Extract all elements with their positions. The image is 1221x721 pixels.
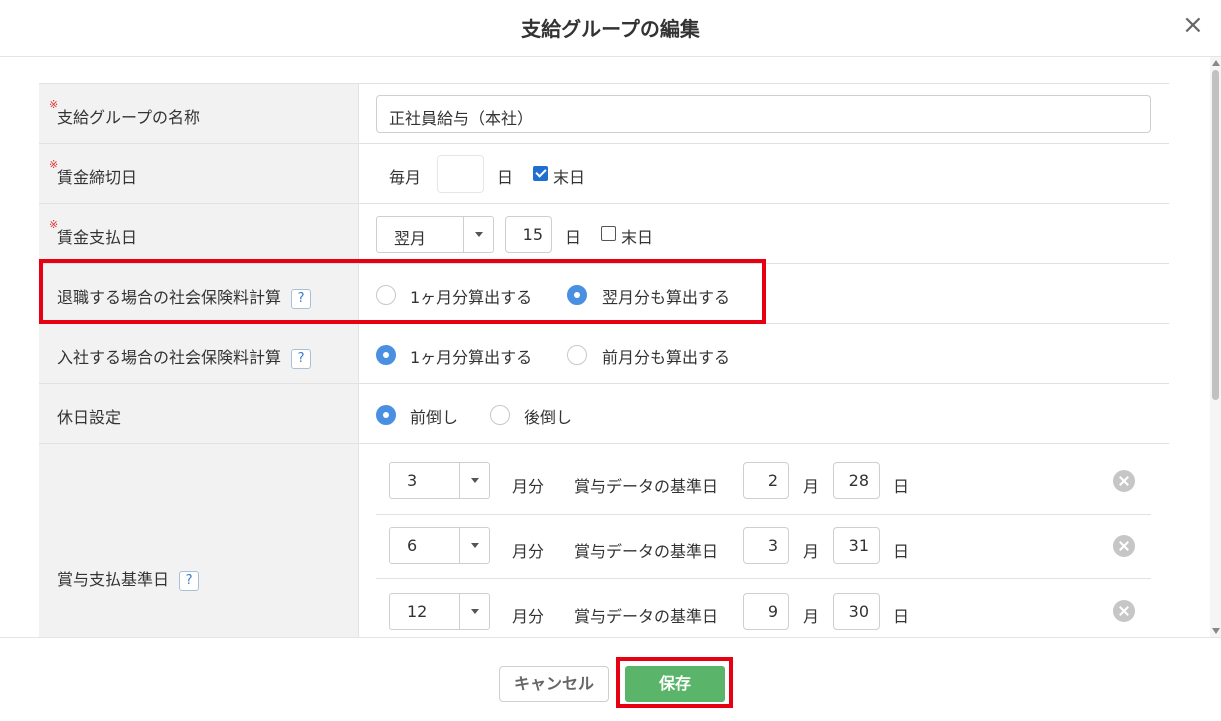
row-cutoff: ※ 賃金締切日 毎月 日 末日 <box>39 143 1169 204</box>
holiday-label: 休日設定 <box>57 408 122 427</box>
row-holiday: 休日設定 前倒し 後倒し <box>39 383 1169 444</box>
remove-icon[interactable] <box>1113 470 1135 492</box>
scroll-down-icon[interactable] <box>1212 628 1220 634</box>
bonus-base-day-input[interactable]: 30 <box>833 593 880 630</box>
payday-day-unit: 日 <box>565 228 582 247</box>
row-join-calc: 入社する場合の社会保険料計算? 1ヶ月分算出する 前月分も算出する <box>39 323 1169 384</box>
close-icon[interactable]: × <box>1182 12 1204 38</box>
holiday-radio-forward[interactable] <box>376 405 396 425</box>
row-payday: ※ 賃金支払日 翌月 15 日 末日 <box>39 203 1169 264</box>
highlight-box <box>39 259 766 324</box>
highlight-box <box>616 657 733 708</box>
scrollbar-thumb[interactable] <box>1212 70 1219 400</box>
cutoff-end-of-month-label: 末日 <box>553 168 586 187</box>
cutoff-end-of-month-checkbox[interactable] <box>533 166 548 181</box>
help-icon[interactable]: ? <box>291 348 312 369</box>
bonus-pay-month-select[interactable]: 6 <box>389 527 490 564</box>
remove-icon[interactable] <box>1113 600 1135 622</box>
payday-end-of-month-checkbox[interactable] <box>601 226 616 241</box>
join-calc-radio-1month[interactable] <box>376 345 396 365</box>
join-calc-label: 入社する場合の社会保険料計算 <box>57 348 282 367</box>
payday-end-of-month-label: 末日 <box>621 228 654 247</box>
dialog-header: 支給グループの編集 × <box>0 0 1221 57</box>
chevron-down-icon <box>459 594 489 629</box>
holiday-option-1: 前倒し <box>410 408 459 427</box>
cutoff-label: 賃金締切日 <box>57 168 138 187</box>
cutoff-prefix: 毎月 <box>389 168 422 187</box>
bonus-label: 賞与支払基準日 <box>57 570 170 589</box>
bonus-pay-month-select[interactable]: 12 <box>389 593 490 630</box>
chevron-down-icon <box>459 528 489 563</box>
payday-month-select[interactable]: 翌月 <box>376 216 494 253</box>
form-content: ※ 支給グループの名称 正社員給与（本社） ※ 賃金締切日 毎月 日 末日 ※ … <box>0 57 1210 637</box>
bonus-base-day-input[interactable]: 28 <box>833 462 880 499</box>
group-name-label: 支給グループの名称 <box>57 108 201 127</box>
holiday-option-2: 後倒し <box>524 408 573 427</box>
join-calc-option-2: 前月分も算出する <box>602 348 731 367</box>
cutoff-day-input[interactable] <box>437 155 484 193</box>
row-group-name: ※ 支給グループの名称 正社員給与（本社） <box>39 83 1169 144</box>
bonus-base-month-input[interactable]: 3 <box>743 527 789 564</box>
payday-day-input[interactable]: 15 <box>505 216 552 253</box>
payday-label: 賃金支払日 <box>57 228 138 247</box>
bonus-base-day-input[interactable]: 31 <box>833 527 880 564</box>
dialog-title: 支給グループの編集 <box>521 17 700 41</box>
cutoff-day-unit: 日 <box>497 168 514 187</box>
holiday-radio-backward[interactable] <box>490 405 510 425</box>
chevron-down-icon <box>459 463 489 498</box>
cancel-button[interactable]: キャンセル <box>499 666 609 702</box>
remove-icon[interactable] <box>1113 535 1135 557</box>
group-name-input[interactable]: 正社員給与（本社） <box>376 95 1151 133</box>
scroll-up-icon[interactable] <box>1212 60 1220 66</box>
bonus-base-month-input[interactable]: 2 <box>743 462 789 499</box>
dialog-footer <box>0 637 1221 721</box>
bonus-separator <box>376 578 1151 579</box>
help-icon[interactable]: ? <box>179 570 200 591</box>
bonus-pay-month-select[interactable]: 3 <box>389 462 490 499</box>
bonus-separator <box>376 514 1151 515</box>
chevron-down-icon <box>463 217 493 252</box>
join-calc-radio-prev-month[interactable] <box>567 345 587 365</box>
join-calc-option-1: 1ヶ月分算出する <box>410 348 533 367</box>
bonus-base-month-input[interactable]: 9 <box>743 593 789 630</box>
